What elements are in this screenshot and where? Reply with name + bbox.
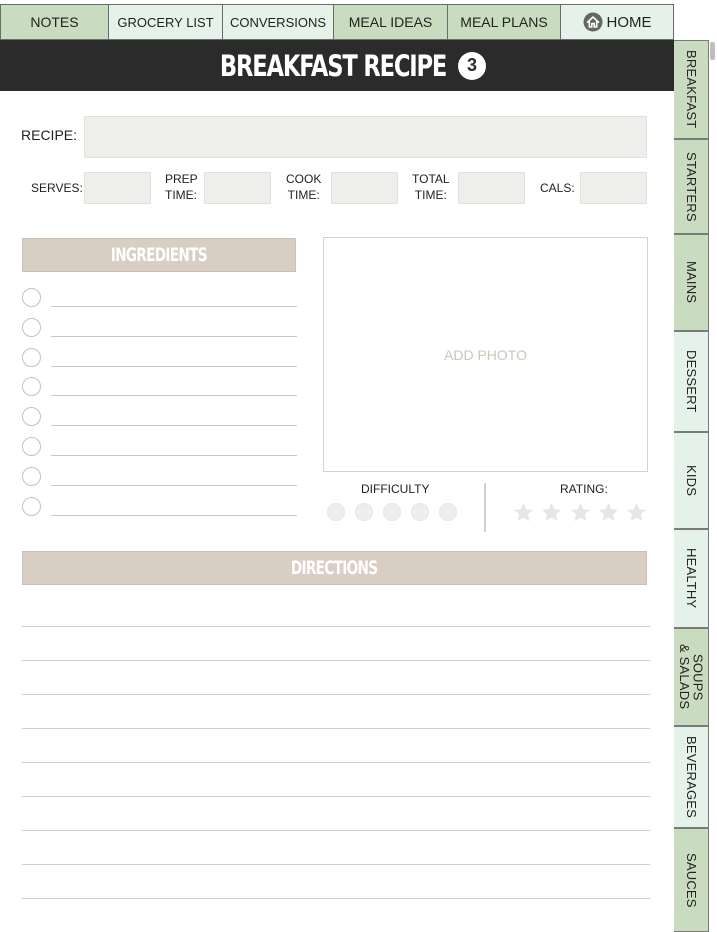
- difficulty-dot[interactable]: [439, 503, 457, 521]
- tab-grocery-list[interactable]: GROCERY LIST: [109, 4, 223, 40]
- direction-line[interactable]: [22, 762, 650, 763]
- difficulty-dot[interactable]: [411, 503, 429, 521]
- cals-label: CALS:: [540, 181, 575, 195]
- total-time-label: TOTAL TIME:: [412, 172, 450, 202]
- ingredient-checkbox[interactable]: [22, 317, 41, 337]
- cals-field[interactable]: [580, 172, 647, 204]
- ingredient-checkbox[interactable]: [22, 496, 41, 516]
- ingredient-line[interactable]: [51, 514, 297, 516]
- side-tab-starters[interactable]: STARTERS: [674, 139, 709, 234]
- difficulty-dot[interactable]: [383, 503, 401, 521]
- side-tab-beverages[interactable]: BEVERAGES: [674, 726, 709, 828]
- category-tabs: BREAKFAST STARTERS MAINS DESSERT KIDS HE…: [674, 40, 709, 932]
- ingredients-header: INGREDIENTS: [22, 238, 296, 272]
- serves-label: SERVES:: [31, 181, 83, 195]
- tab-home[interactable]: HOME: [561, 4, 674, 40]
- side-tab-kids[interactable]: KIDS: [674, 432, 709, 529]
- divider: [484, 483, 486, 532]
- difficulty-dot[interactable]: [327, 503, 345, 521]
- direction-line[interactable]: [22, 626, 650, 627]
- ingredient-checkbox[interactable]: [22, 288, 41, 307]
- ingredient-line[interactable]: [51, 484, 297, 486]
- tab-meal-plans[interactable]: MEAL PLANS: [448, 4, 561, 40]
- rating-label: RATING:: [560, 482, 608, 496]
- page-header: BREAKFAST RECIPE 3: [0, 40, 674, 91]
- prep-time-field[interactable]: [204, 172, 271, 204]
- difficulty-label: DIFFICULTY: [361, 482, 430, 496]
- direction-line[interactable]: [22, 830, 650, 831]
- ingredient-line[interactable]: [51, 306, 297, 307]
- side-tab-sauces[interactable]: SAUCES: [674, 828, 709, 932]
- serves-field[interactable]: [84, 172, 151, 204]
- star-icon[interactable]: [597, 501, 620, 524]
- direction-line[interactable]: [22, 660, 650, 661]
- ingredient-checkbox[interactable]: [22, 437, 41, 456]
- direction-line[interactable]: [22, 864, 650, 865]
- ingredient-checkbox[interactable]: [22, 347, 41, 367]
- ingredient-checkbox[interactable]: [22, 466, 41, 486]
- star-icon[interactable]: [569, 501, 592, 524]
- ingredient-line[interactable]: [51, 335, 297, 337]
- scrollbar-thumb[interactable]: [710, 42, 715, 60]
- ingredient-checkbox[interactable]: [22, 377, 41, 397]
- star-icon[interactable]: [540, 501, 563, 524]
- top-nav: NOTES GROCERY LIST CONVERSIONS MEAL IDEA…: [0, 4, 674, 40]
- side-tab-soups-salads[interactable]: SOUPS & SALADS: [674, 628, 709, 726]
- tab-notes[interactable]: NOTES: [0, 4, 109, 40]
- ingredient-checkbox[interactable]: [22, 407, 41, 427]
- ingredient-line[interactable]: [51, 425, 297, 427]
- page-title: BREAKFAST RECIPE: [219, 48, 447, 83]
- ingredient-line[interactable]: [51, 395, 297, 397]
- side-tab-mains[interactable]: MAINS: [674, 234, 709, 331]
- difficulty-dot[interactable]: [355, 503, 373, 521]
- tab-conversions[interactable]: CONVERSIONS: [223, 4, 334, 40]
- ingredient-line[interactable]: [51, 455, 297, 456]
- prep-time-label: PREP TIME:: [165, 172, 198, 202]
- cook-time-field[interactable]: [331, 172, 398, 204]
- side-tab-breakfast[interactable]: BREAKFAST: [674, 40, 709, 139]
- recipe-name-field[interactable]: [84, 116, 647, 158]
- direction-line[interactable]: [22, 796, 650, 797]
- recipe-label: RECIPE:: [21, 127, 78, 143]
- star-icon[interactable]: [625, 501, 648, 524]
- direction-line[interactable]: [22, 728, 650, 729]
- cook-time-label: COOK TIME:: [286, 172, 322, 202]
- total-time-field[interactable]: [458, 172, 525, 204]
- add-photo-box[interactable]: ADD PHOTO: [323, 237, 648, 472]
- direction-line[interactable]: [22, 694, 650, 695]
- direction-line[interactable]: [22, 898, 650, 899]
- side-tab-healthy[interactable]: HEALTHY: [674, 529, 709, 628]
- side-tab-dessert[interactable]: DESSERT: [674, 331, 709, 432]
- page-number-badge: 3: [458, 51, 487, 80]
- add-photo-label: ADD PHOTO: [444, 346, 527, 363]
- tab-meal-ideas[interactable]: MEAL IDEAS: [334, 4, 448, 40]
- ingredient-line[interactable]: [51, 365, 297, 367]
- home-icon: [583, 12, 602, 32]
- star-icon[interactable]: [512, 501, 535, 524]
- directions-header: DIRECTIONS: [22, 551, 647, 585]
